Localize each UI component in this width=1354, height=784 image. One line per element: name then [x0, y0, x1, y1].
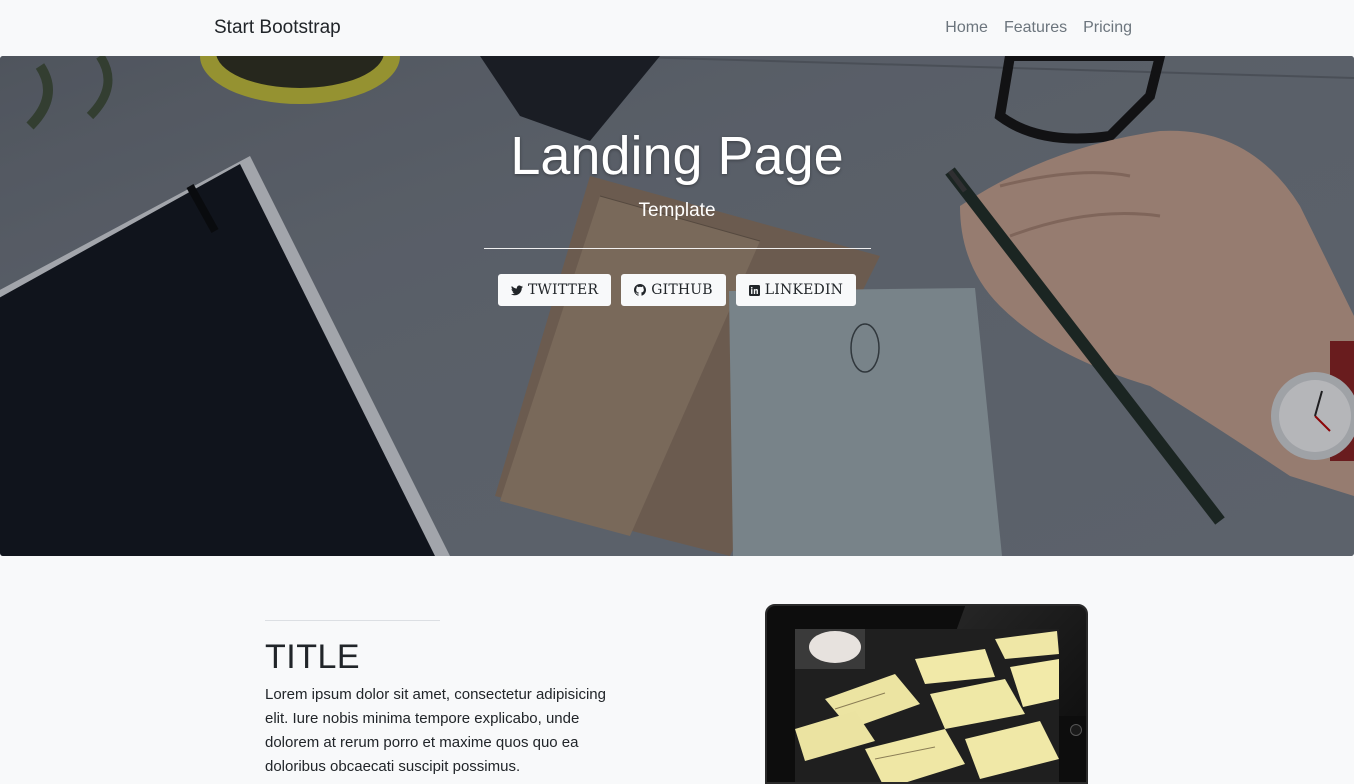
content-section: TITLE Lorem ipsum dolor sit amet, consec…: [0, 556, 1354, 784]
tablet-image: [765, 604, 1088, 784]
brand-link[interactable]: Start Bootstrap: [214, 16, 341, 40]
hero-title: Landing Page: [510, 126, 844, 186]
hero-subtitle: Template: [638, 200, 716, 221]
linkedin-icon: [748, 284, 760, 296]
nav-link-pricing[interactable]: Pricing: [1083, 17, 1132, 39]
nav-link-features[interactable]: Features: [1004, 17, 1067, 39]
github-button-label: GITHUB: [651, 282, 713, 298]
section-title: TITLE: [265, 638, 361, 676]
hero-section: Landing Page Template TWITTER GITHUB LIN: [0, 56, 1354, 556]
sticky-notes-image: [795, 629, 1059, 782]
twitter-button[interactable]: TWITTER: [497, 274, 612, 306]
twitter-button-label: TWITTER: [527, 282, 599, 298]
linkedin-button-label: LINKEDIN: [764, 282, 844, 298]
navbar: Start Bootstrap Home Features Pricing: [0, 0, 1354, 56]
nav-links: Home Features Pricing: [945, 17, 1132, 39]
github-icon: [634, 284, 647, 296]
github-button[interactable]: GITHUB: [621, 274, 726, 306]
twitter-icon: [510, 285, 523, 296]
section-divider: [265, 620, 440, 621]
hero-buttons: TWITTER GITHUB LINKEDIN: [0, 274, 1354, 306]
linkedin-button[interactable]: LINKEDIN: [735, 274, 857, 306]
section-body: Lorem ipsum dolor sit amet, consectetur …: [265, 686, 606, 775]
tablet-screen: [795, 629, 1059, 782]
nav-link-home[interactable]: Home: [945, 17, 988, 39]
tablet-home-button: [1070, 724, 1082, 736]
hero-divider: [484, 248, 871, 249]
